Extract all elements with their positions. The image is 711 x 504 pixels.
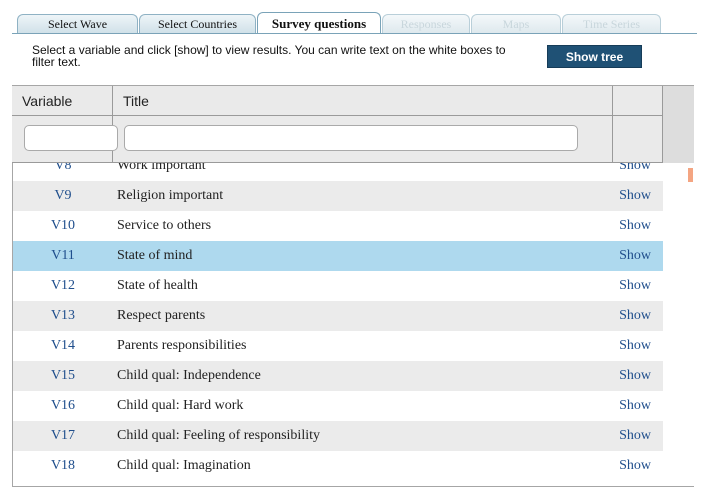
variable-code: V14 [50,338,76,353]
table-row[interactable]: V10 Service to others Show [13,211,663,241]
scrollbar-header [663,86,694,163]
variable-title: State of mind [117,248,193,263]
table-row[interactable]: V17 Child qual: Feeling of responsibility… [13,421,663,451]
instructions-text: Select a variable and click [show] to vi… [32,43,506,69]
show-link[interactable]: Show [619,458,651,474]
tab-maps: Maps [471,14,561,34]
show-link[interactable]: Show [619,428,651,444]
variable-title: Service to others [117,218,212,233]
variable-title: Child qual: Hard work [117,398,244,413]
table-row[interactable]: V8 Work important Show [13,163,663,181]
column-header-action [613,86,663,116]
variable-code: V8 [54,163,72,173]
tab-responses: Responses [382,14,470,34]
variable-code: V11 [51,248,75,263]
variable-title: Parents responsibilities [117,338,247,353]
variable-code: V9 [54,188,72,203]
table-row[interactable]: V9 Religion important Show [13,181,663,211]
tab-bar: Select Wave Select Countries Survey ques… [0,0,711,36]
variable-title: Religion important [117,188,224,203]
tab-time-series: Time Series [562,14,661,34]
variable-code: V12 [50,278,76,293]
scrollbar-thumb[interactable] [688,168,693,182]
show-link[interactable]: Show [619,188,651,204]
variable-title: Respect parents [117,308,206,323]
show-link[interactable]: Show [619,163,651,174]
variable-code: V13 [50,308,76,323]
filter-cell-action [613,116,663,163]
show-link[interactable]: Show [619,398,651,414]
tab-select-countries[interactable]: Select Countries [139,14,256,34]
show-link[interactable]: Show [619,308,651,324]
table-row[interactable]: V18 Child qual: Imagination Show [13,451,663,481]
variable-title: State of health [117,278,198,293]
table-row[interactable]: V12 State of health Show [13,271,663,301]
variable-title: Child qual: Feeling of responsibility [117,428,320,443]
column-header-variable[interactable]: Variable [12,86,113,116]
tab-divider [12,33,697,34]
variable-title: Child qual: Independence [117,368,261,383]
variable-filter-input[interactable] [24,125,118,151]
table-row[interactable]: V13 Respect parents Show [13,301,663,331]
show-link[interactable]: Show [619,278,651,294]
tab-survey-questions[interactable]: Survey questions [257,12,381,34]
table-row[interactable]: V15 Child qual: Independence Show [13,361,663,391]
grid-body: V8 Work important Show V9 Religion important… [13,163,663,486]
table-row[interactable]: V11 State of mind Show [13,241,663,271]
show-link[interactable]: Show [619,248,651,264]
show-link[interactable]: Show [619,368,651,384]
variable-title: Work important [117,163,206,173]
variable-code: V16 [50,398,76,413]
title-filter-input[interactable] [124,125,578,151]
variable-code: V18 [50,458,76,473]
variable-code: V17 [50,428,76,443]
grid-header: Variable Title [12,86,663,163]
column-header-variable-label: Variable [22,93,73,109]
variable-code: V10 [50,218,76,233]
variable-code: V15 [50,368,76,383]
show-link[interactable]: Show [619,338,651,354]
variable-title: Child qual: Imagination [117,458,251,473]
column-header-title[interactable]: Title [113,86,613,116]
show-link[interactable]: Show [619,218,651,234]
table-row[interactable]: V14 Parents responsibilities Show [13,331,663,361]
tab-select-wave[interactable]: Select Wave [17,14,138,34]
table-row[interactable]: V16 Child qual: Hard work Show [13,391,663,421]
show-tree-button[interactable]: Show tree [547,45,642,68]
vertical-scrollbar[interactable] [663,163,694,486]
column-header-title-label: Title [123,93,149,109]
